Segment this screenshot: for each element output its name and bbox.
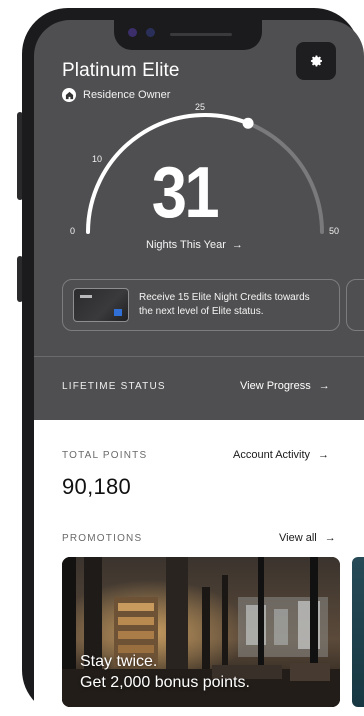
arrow-right-icon: →: [318, 449, 330, 461]
camera-notch: [114, 20, 262, 50]
account-activity-label: Account Activity: [233, 449, 311, 461]
gauge-label-25: 25: [195, 102, 205, 112]
nights-count: 31: [151, 153, 220, 233]
next-offer-card-peek[interactable]: [346, 279, 364, 331]
total-points-value: 90,180: [62, 474, 132, 499]
credit-card-image: [73, 288, 129, 322]
sensor-icon: [146, 28, 155, 37]
promotion-line: Stay twice.: [80, 653, 158, 670]
promotion-headline: Stay twice. Get 2,000 bonus points.: [80, 651, 250, 693]
promotion-line: Get 2,000 bonus points.: [80, 674, 250, 691]
total-points-label: TOTAL POINTS: [62, 450, 148, 461]
account-activity-link[interactable]: Account Activity →: [233, 449, 329, 461]
view-progress-link[interactable]: View Progress →: [240, 380, 330, 392]
promotion-card[interactable]: Stay twice. Get 2,000 bonus points.: [62, 557, 340, 707]
promotions-label: PROMOTIONS: [62, 533, 143, 544]
nights-this-year-link[interactable]: Nights This Year →: [146, 239, 243, 251]
gear-icon: [310, 55, 322, 67]
arrow-right-icon: →: [318, 380, 330, 392]
view-progress-label: View Progress: [240, 380, 311, 392]
arrow-right-icon: →: [231, 239, 243, 251]
tier-title: Platinum Elite: [62, 60, 180, 81]
offer-text: Receive 15 Elite Night Credits towards t…: [139, 291, 310, 319]
section-divider: [34, 356, 364, 357]
view-all-label: View all: [279, 532, 317, 544]
next-promotion-peek[interactable]: [352, 557, 364, 707]
elite-credit-offer-card[interactable]: Receive 15 Elite Night Credits towards t…: [62, 279, 340, 331]
nights-link-label: Nights This Year: [146, 239, 226, 251]
front-camera-icon: [128, 28, 137, 37]
app-screenshot: Platinum Elite Residence Owner 0 10 25 5…: [0, 0, 364, 716]
offer-text-line: Receive 15 Elite Night Credits towards: [139, 292, 310, 303]
gauge-progress-knob: [242, 117, 254, 129]
speaker-grille: [170, 33, 232, 36]
view-all-promotions-link[interactable]: View all →: [279, 532, 336, 544]
arrow-right-icon: →: [324, 532, 336, 544]
offer-text-line: the next level of Elite status.: [139, 306, 264, 317]
lifetime-status-label: LIFETIME STATUS: [62, 381, 166, 392]
settings-button[interactable]: [296, 42, 336, 80]
